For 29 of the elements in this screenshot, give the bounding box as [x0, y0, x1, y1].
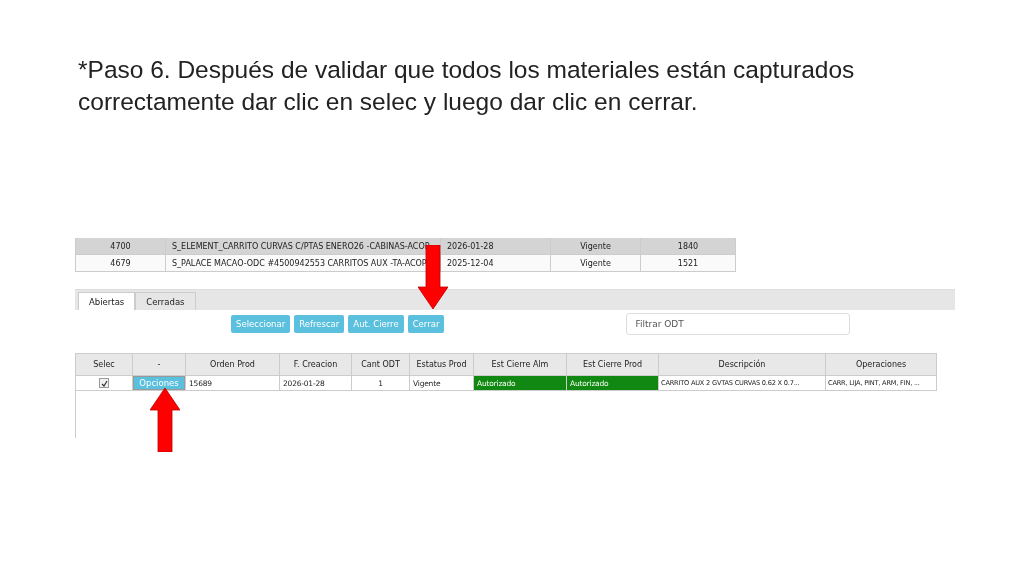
table-row[interactable]: 4679 S_PALACE MACAO-ODC #4500942553 CARRITOS AUX -TA-ACOP 2025-12-04 Vigente 1521 [75, 255, 736, 272]
toolbar-button[interactable]: Aut. Cierre [348, 315, 404, 333]
table-cell: Vigente [551, 255, 641, 271]
table-cell: 1521 [641, 255, 736, 271]
checkbox[interactable] [99, 378, 109, 388]
filter-field[interactable]: Filtrar ODT [626, 313, 851, 335]
tab[interactable]: Cerradas [135, 292, 196, 310]
column-header: Cant ODT [352, 353, 410, 376]
column-header: Estatus Prod [410, 353, 474, 376]
column-header: Est Cierre Prod [567, 353, 659, 376]
table-cell: Vigente [551, 238, 641, 254]
column-header: Selec [76, 353, 133, 376]
column-header: Orden Prod [186, 353, 280, 376]
arrow-icon [150, 388, 180, 452]
toolbar-button[interactable]: Seleccionar [231, 315, 291, 333]
instruction-text: *Paso 6. Después de validar que todos los materiales están capturados correctamente dar clic en selec y luego dar clic en cerrar. [77, 55, 856, 117]
toolbar-button[interactable]: Refrescar [294, 315, 345, 333]
column-header: - [133, 353, 186, 376]
tab[interactable]: Abiertas [78, 292, 136, 310]
column-header: Est Cierre Alm [474, 353, 567, 376]
column-header: Descripción [659, 353, 826, 376]
options-button[interactable]: Opciones [133, 376, 185, 390]
column-header: F. Creacion [280, 353, 352, 376]
toolbar-button[interactable]: Cerrar [407, 315, 445, 333]
table-cell: 4679 [76, 255, 166, 271]
table-cell: 4700 [76, 238, 166, 254]
table-row[interactable]: 4700 S_ELEMENT_CARRITO CURVAS C/PTAS ENERO26 -CABINAS-ACOP 2026-01-28 Vigente 1840 [75, 238, 736, 255]
table-cell: 1840 [641, 238, 736, 254]
column-header: Operaciones [826, 353, 937, 376]
